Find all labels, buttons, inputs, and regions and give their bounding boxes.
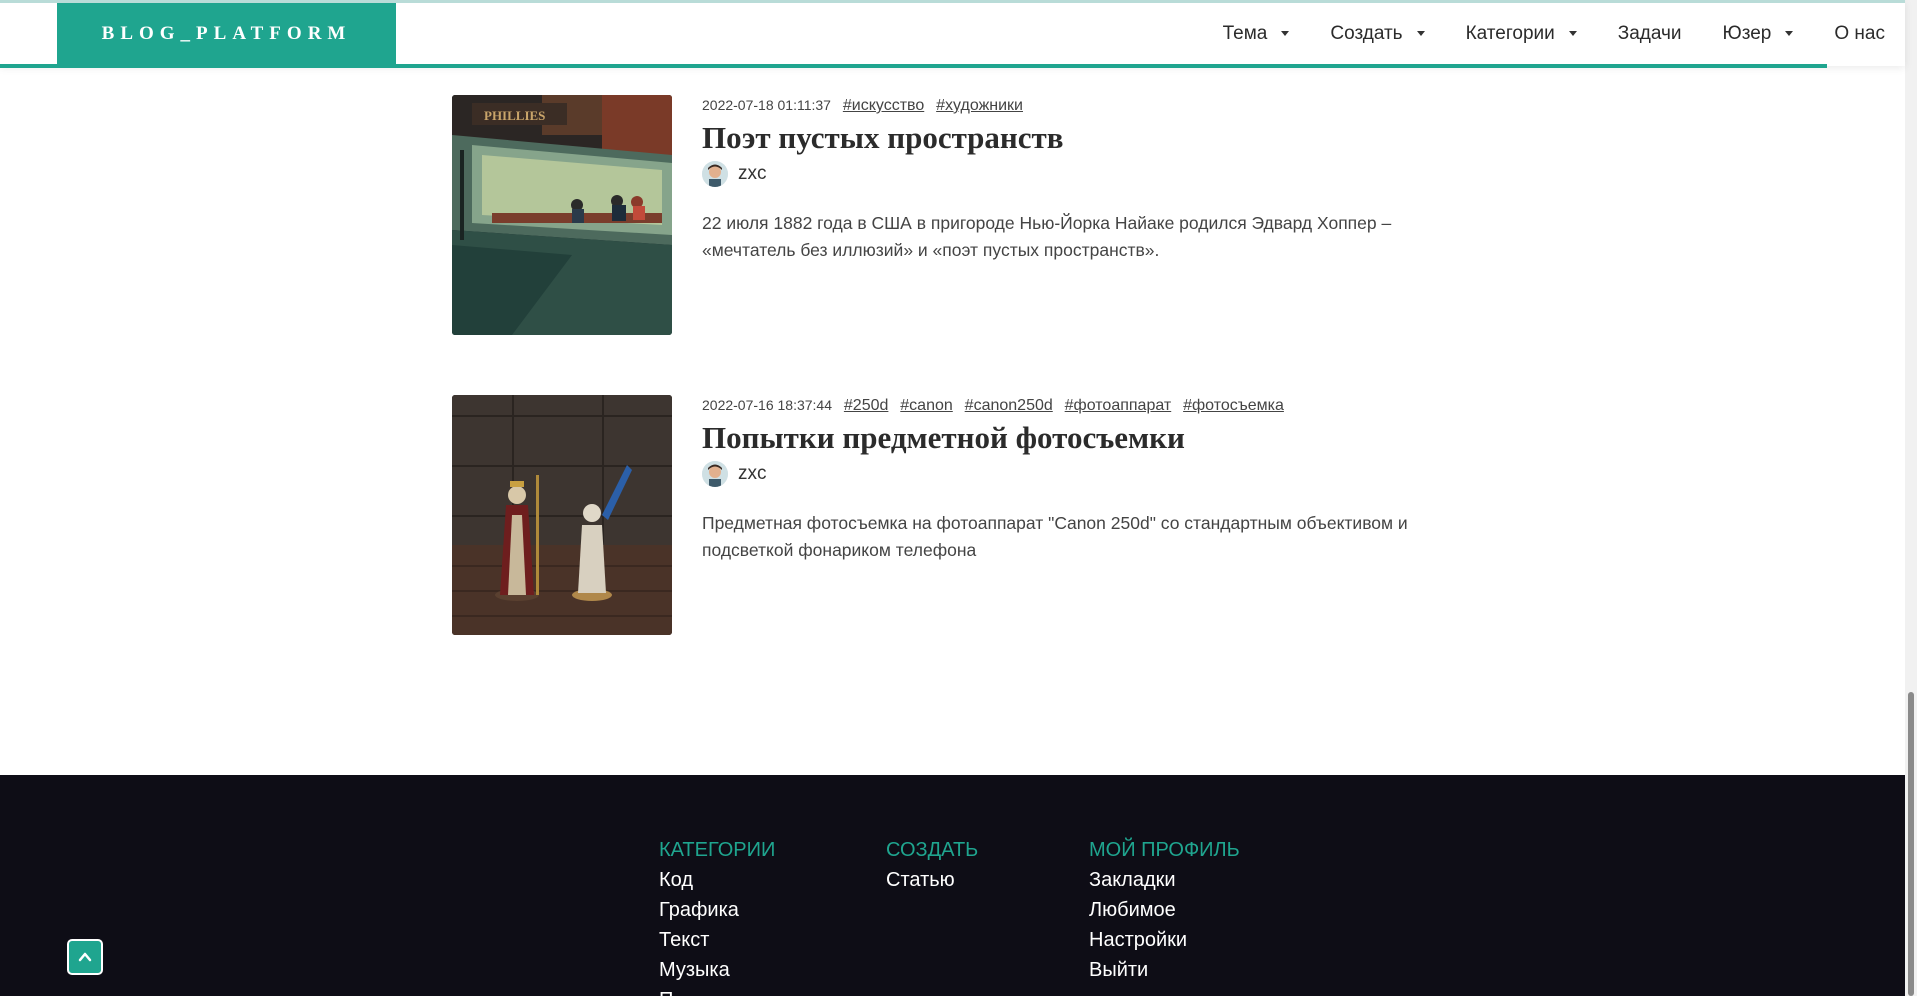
post-date: 2022-07-18 01:11:37 bbox=[702, 97, 831, 113]
site-logo[interactable]: BLOG_PLATFORM bbox=[57, 3, 396, 64]
post-thumbnail[interactable] bbox=[452, 395, 672, 635]
footer: КАТЕГОРИИ Код Графика Текст Музыка Π СОЗ… bbox=[0, 775, 1905, 996]
nav-item-label: Тема bbox=[1222, 22, 1268, 44]
author-avatar bbox=[702, 461, 728, 487]
footer-link[interactable]: Текст bbox=[659, 925, 775, 955]
footer-link[interactable]: Закладки bbox=[1089, 865, 1240, 895]
post-tag[interactable]: #canon bbox=[900, 397, 953, 414]
footer-column-title: МОЙ ПРОФИЛЬ bbox=[1089, 839, 1240, 861]
footer-link[interactable]: Выйти bbox=[1089, 955, 1240, 985]
post-excerpt: 22 июля 1882 года в США в пригороде Нью-… bbox=[702, 213, 1392, 260]
footer-link[interactable]: Настройки bbox=[1089, 925, 1240, 955]
footer-column-create: СОЗДАТЬ Статью bbox=[886, 835, 978, 895]
author-name: zxc bbox=[738, 463, 767, 484]
post-tag[interactable]: #фотосъемка bbox=[1183, 397, 1284, 414]
post-tag[interactable]: #искусство bbox=[843, 97, 924, 114]
post-thumbnail[interactable]: PHILLIES bbox=[452, 95, 672, 335]
nav-item-about[interactable]: О нас bbox=[1834, 23, 1885, 45]
page: BLOG_PLATFORM Тема Создать Категории Зад… bbox=[0, 0, 1917, 996]
footer-column-profile: МОЙ ПРОФИЛЬ Закладки Любимое Настройки В… bbox=[1089, 835, 1240, 985]
author-avatar bbox=[702, 161, 728, 187]
nav-item-label: О нас bbox=[1834, 22, 1885, 44]
footer-column-title: КАТЕГОРИИ bbox=[659, 839, 776, 861]
footer-link[interactable]: Музыка bbox=[659, 955, 775, 985]
post-title[interactable]: Поэт пустых пространств bbox=[702, 120, 1452, 156]
post-body: 2022-07-16 18:37:44 #250d #canon #canon2… bbox=[702, 395, 1452, 564]
post-author[interactable]: zxc bbox=[702, 160, 1452, 188]
footer-link[interactable]: Любимое bbox=[1089, 895, 1240, 925]
post-tag[interactable]: #250d bbox=[844, 397, 889, 414]
diner-sign-text: PHILLIES bbox=[484, 108, 545, 123]
post-tag[interactable]: #canon250d bbox=[965, 397, 1053, 414]
post-meta: 2022-07-18 01:11:37 #искусство #художник… bbox=[702, 95, 1452, 116]
header: BLOG_PLATFORM Тема Создать Категории Зад… bbox=[0, 0, 1905, 68]
post-meta: 2022-07-16 18:37:44 #250d #canon #canon2… bbox=[702, 395, 1452, 416]
footer-column-title: СОЗДАТЬ bbox=[886, 839, 979, 861]
figurines-photo-image bbox=[452, 395, 672, 635]
post-title[interactable]: Попытки предметной фотосъемки bbox=[702, 420, 1452, 456]
nav-item-label: Задачи bbox=[1617, 22, 1682, 44]
post-tag[interactable]: #художники bbox=[936, 97, 1023, 114]
header-accent-line bbox=[0, 64, 1827, 68]
scrollbar[interactable] bbox=[1905, 0, 1917, 996]
post-card: PHILLIES 2022-07-18 01:11:37 #искусство bbox=[452, 95, 1452, 335]
footer-link[interactable]: Код bbox=[659, 865, 775, 895]
nav-item-categories[interactable]: Категории bbox=[1466, 23, 1577, 45]
nighthawks-painting-image: PHILLIES bbox=[452, 95, 672, 335]
post-tag[interactable]: #фотоаппарат bbox=[1065, 397, 1172, 414]
footer-column-categories: КАТЕГОРИИ Код Графика Текст Музыка Π bbox=[659, 835, 775, 996]
nav-item-label: Юзер bbox=[1722, 22, 1772, 44]
post-card: 2022-07-16 18:37:44 #250d #canon #canon2… bbox=[452, 395, 1452, 635]
footer-link[interactable]: Статью bbox=[886, 865, 978, 895]
post-excerpt: Предметная фотосъемка на фотоаппарат "Ca… bbox=[702, 513, 1408, 560]
scrollbar-thumb[interactable] bbox=[1908, 692, 1914, 996]
caret-down-icon bbox=[1568, 31, 1577, 36]
nav-item-tasks[interactable]: Задачи bbox=[1618, 23, 1682, 45]
post-author[interactable]: zxc bbox=[702, 460, 1452, 488]
nav-item-theme[interactable]: Тема bbox=[1223, 23, 1290, 45]
scroll-to-top-button[interactable] bbox=[67, 939, 103, 975]
post-date: 2022-07-16 18:37:44 bbox=[702, 397, 832, 413]
footer-link[interactable]: Графика bbox=[659, 895, 775, 925]
caret-down-icon bbox=[1785, 31, 1794, 36]
nav-item-user[interactable]: Юзер bbox=[1723, 23, 1794, 45]
chevron-up-icon bbox=[78, 952, 92, 962]
nav-item-label: Создать bbox=[1330, 22, 1403, 44]
caret-down-icon bbox=[1281, 31, 1290, 36]
caret-down-icon bbox=[1416, 31, 1425, 36]
main-nav: Тема Создать Категории Задачи Юзер О нас bbox=[1182, 3, 1905, 64]
nav-item-create[interactable]: Создать bbox=[1330, 22, 1425, 45]
author-name: zxc bbox=[738, 163, 767, 184]
footer-link[interactable]: Π bbox=[659, 985, 775, 996]
nav-item-label: Категории bbox=[1465, 22, 1555, 44]
post-body: 2022-07-18 01:11:37 #искусство #художник… bbox=[702, 95, 1452, 264]
